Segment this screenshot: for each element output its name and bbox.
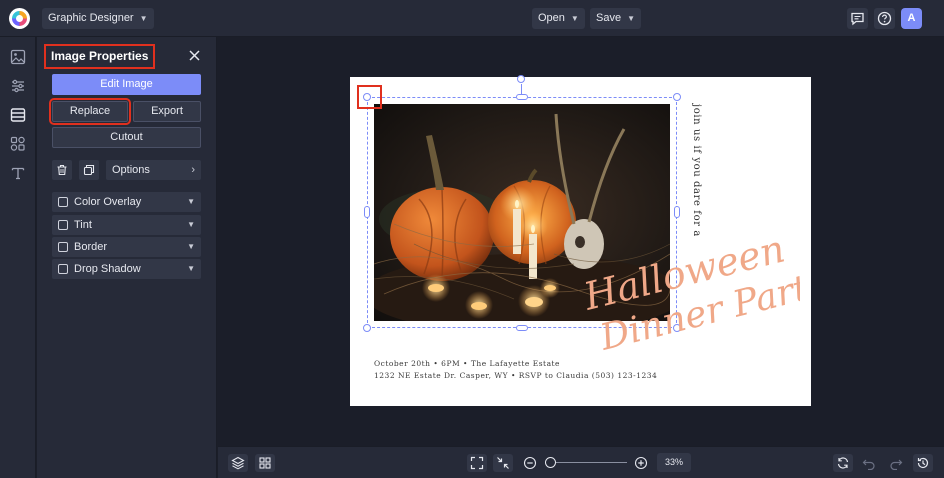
- details-line-2: 1232 NE Estate Dr. Casper, WY • RSVP to …: [374, 371, 658, 380]
- resize-handle-right[interactable]: [674, 206, 680, 218]
- duplicate-icon: [83, 164, 95, 176]
- zoom-level[interactable]: 33%: [657, 453, 691, 472]
- options-button[interactable]: Options ›: [106, 160, 201, 180]
- resize-handle-top[interactable]: [516, 94, 528, 100]
- redo-icon: [890, 459, 903, 470]
- app-logo[interactable]: [9, 8, 30, 29]
- open-button[interactable]: Open ▼: [532, 8, 585, 29]
- help-icon: [877, 11, 892, 26]
- save-button[interactable]: Save ▼: [590, 8, 641, 29]
- resize-handle-top-right[interactable]: [673, 93, 681, 101]
- resize-handle-left[interactable]: [364, 206, 370, 218]
- drop-shadow-checkbox[interactable]: [58, 264, 68, 274]
- graphics-icon[interactable]: [10, 136, 26, 152]
- effect-tint[interactable]: Tint ▼: [52, 215, 201, 235]
- effect-border[interactable]: Border ▼: [52, 237, 201, 257]
- chevron-down-icon: ▼: [187, 264, 195, 273]
- image-properties-panel: Image Properties Edit Image Replace Expo…: [37, 37, 217, 478]
- invite-vertical-text[interactable]: join us if you dare for a: [688, 104, 702, 237]
- left-tool-rail: [0, 37, 36, 478]
- chevron-down-icon: ▼: [139, 14, 148, 23]
- chevron-down-icon: ▼: [627, 14, 635, 23]
- edit-image-button[interactable]: Edit Image: [52, 74, 201, 95]
- refresh-button[interactable]: [833, 454, 853, 472]
- undo-button[interactable]: [859, 454, 879, 472]
- image-icon[interactable]: [10, 49, 26, 65]
- collapse-icon: [497, 457, 509, 469]
- zoom-out-icon: [523, 456, 537, 470]
- effect-label: Tint: [74, 219, 92, 231]
- export-button[interactable]: Export: [133, 101, 201, 122]
- options-label: Options: [112, 164, 150, 176]
- app-mode-label: Graphic Designer: [48, 12, 134, 24]
- history-button[interactable]: [913, 454, 933, 472]
- highlighted-corner-handle: [357, 85, 382, 109]
- undo-icon: [862, 459, 875, 470]
- help-button[interactable]: [874, 8, 895, 29]
- refresh-icon: [837, 457, 849, 469]
- app-mode-dropdown[interactable]: Graphic Designer ▼: [42, 8, 154, 29]
- chevron-down-icon: ▼: [187, 242, 195, 251]
- expand-icon: [470, 456, 484, 470]
- open-label: Open: [538, 12, 565, 24]
- event-details[interactable]: October 20th • 6PM • The Lafayette Estat…: [374, 358, 657, 382]
- chevron-down-icon: ▼: [187, 220, 195, 229]
- trash-icon: [57, 164, 67, 176]
- color-overlay-checkbox[interactable]: [58, 197, 68, 207]
- border-checkbox[interactable]: [58, 242, 68, 252]
- zoom-in-icon: [634, 456, 648, 470]
- comments-button[interactable]: [847, 8, 868, 29]
- effect-label: Drop Shadow: [74, 263, 141, 275]
- layers-button[interactable]: [228, 454, 248, 472]
- comment-icon: [851, 12, 864, 26]
- script-title[interactable]: Halloween Dinner Party: [578, 238, 800, 358]
- adjustments-icon[interactable]: [10, 78, 26, 94]
- shrink-button[interactable]: [493, 454, 513, 472]
- cutout-button[interactable]: Cutout: [52, 127, 201, 148]
- zoom-in-button[interactable]: [631, 454, 651, 472]
- grid-button[interactable]: [255, 454, 275, 472]
- chevron-right-icon: ›: [191, 164, 195, 176]
- layers-icon: [231, 456, 245, 470]
- effect-label: Border: [74, 241, 108, 253]
- text-icon[interactable]: [10, 165, 26, 181]
- duplicate-button[interactable]: [79, 160, 99, 180]
- zoom-slider-knob[interactable]: [545, 457, 556, 468]
- replace-button[interactable]: Replace: [49, 98, 131, 125]
- resize-handle-bottom[interactable]: [516, 325, 528, 331]
- layout-icon[interactable]: [10, 107, 26, 123]
- rotate-handle[interactable]: [517, 75, 525, 83]
- redo-button[interactable]: [886, 454, 906, 472]
- chevron-down-icon: ▼: [570, 14, 579, 23]
- effect-label: Color Overlay: [74, 196, 142, 208]
- history-icon: [917, 457, 929, 469]
- zoom-slider-track[interactable]: [545, 462, 627, 463]
- details-line-1: October 20th • 6PM • The Lafayette Estat…: [374, 359, 560, 368]
- zoom-out-button[interactable]: [520, 454, 540, 472]
- effect-drop-shadow[interactable]: Drop Shadow ▼: [52, 259, 201, 279]
- panel-title: Image Properties: [43, 44, 156, 69]
- close-icon[interactable]: [188, 49, 201, 62]
- save-label: Save: [596, 12, 622, 24]
- fit-to-screen-button[interactable]: [467, 454, 487, 472]
- chevron-down-icon: ▼: [187, 197, 195, 206]
- resize-handle-bottom-left[interactable]: [363, 324, 371, 332]
- top-bar: Graphic Designer ▼ Open ▼ Save ▼ A: [0, 0, 944, 37]
- tint-checkbox[interactable]: [58, 220, 68, 230]
- grid-icon: [259, 457, 271, 469]
- avatar[interactable]: A: [901, 8, 922, 29]
- effect-color-overlay[interactable]: Color Overlay ▼: [52, 192, 201, 212]
- delete-button[interactable]: [52, 160, 72, 180]
